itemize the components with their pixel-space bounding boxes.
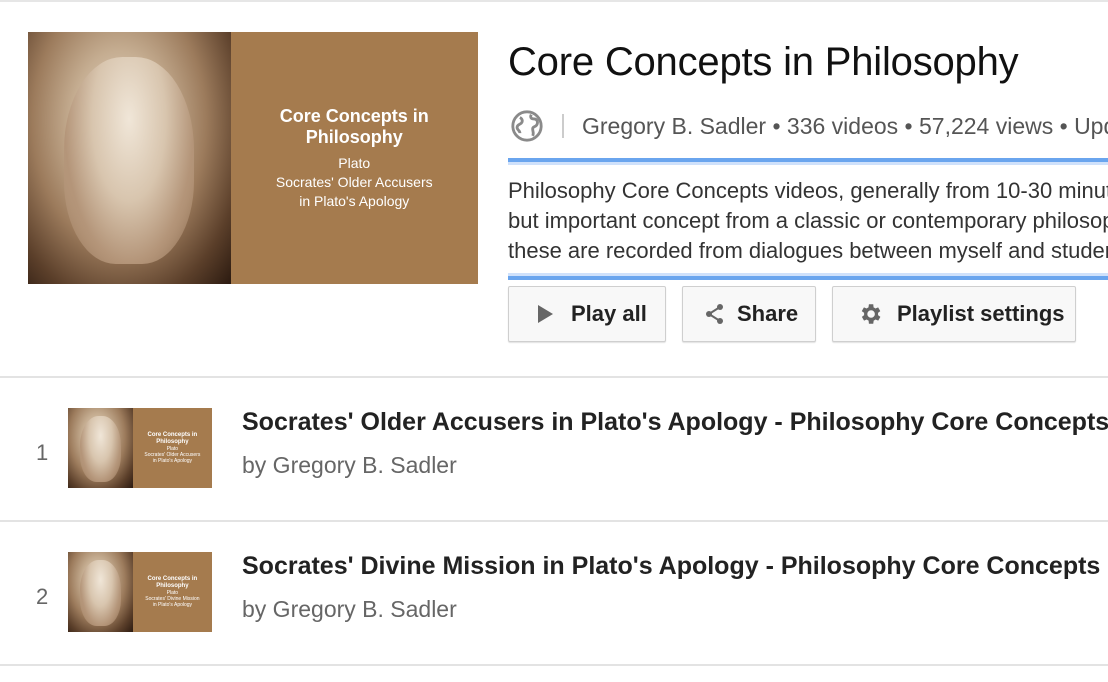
list-divider-bottom xyxy=(0,664,1108,666)
video-title-link[interactable]: Socrates' Older Accusers in Plato's Apol… xyxy=(242,408,1108,437)
description-line-2: but important concept from a classic or … xyxy=(508,208,1108,233)
statue-image xyxy=(28,32,231,284)
video-index: 1 xyxy=(36,440,49,465)
thumbnail-line-3: in Plato's Apology xyxy=(299,192,410,209)
gear-icon xyxy=(857,301,883,327)
globe-icon[interactable] xyxy=(510,109,544,143)
thumbnail-title: Core Concepts in Philosophy xyxy=(279,105,429,147)
description-line-1: Philosophy Core Concepts videos, general… xyxy=(508,178,1108,203)
top-divider xyxy=(0,0,1108,2)
meta-separator xyxy=(562,114,564,138)
description-line-3: these are recorded from dialogues betwee… xyxy=(508,238,1108,263)
play-all-button[interactable]: Play all xyxy=(508,286,666,342)
share-label: Share xyxy=(737,301,799,326)
statue-image xyxy=(68,552,133,632)
thumbnail-line-1: Plato xyxy=(338,154,371,171)
playlist-thumbnail[interactable]: Core Concepts in Philosophy Plato Socrat… xyxy=(28,32,478,284)
video-title-link[interactable]: Socrates' Divine Mission in Plato's Apol… xyxy=(242,552,1100,581)
thumbnail-line-2: Socrates' Older Accusers xyxy=(275,173,433,190)
share-icon xyxy=(705,303,725,325)
play-all-label: Play all xyxy=(571,301,647,326)
playlist-meta: Gregory B. Sadler • 336 videos • 57,224 … xyxy=(510,108,1108,144)
video-row-2[interactable]: 2 Core Concepts in Philosophy Plato Socr… xyxy=(0,522,1108,664)
playlist-title: Core Concepts in Philosophy xyxy=(508,40,1019,84)
video-thumbnail[interactable]: Core Concepts in Philosophy Plato Socrat… xyxy=(68,408,212,488)
video-thumbnail-title: Core Concepts in Philosophy xyxy=(147,432,198,445)
playlist-settings-button[interactable]: Playlist settings xyxy=(832,286,1076,342)
video-byline[interactable]: by Gregory B. Sadler xyxy=(242,452,457,479)
share-button[interactable]: Share xyxy=(682,286,816,342)
playlist-settings-label: Playlist settings xyxy=(897,301,1065,326)
video-thumbnail[interactable]: Core Concepts in Philosophy Plato Socrat… xyxy=(68,552,212,632)
video-byline[interactable]: by Gregory B. Sadler xyxy=(242,596,457,623)
video-thumbnail-line-3: in Plato's Apology xyxy=(152,602,193,608)
meta-text: Gregory B. Sadler • 336 videos • 57,224 … xyxy=(582,112,1108,139)
video-index: 2 xyxy=(36,584,49,609)
play-icon xyxy=(535,304,555,324)
statue-image xyxy=(68,408,133,488)
video-row-1[interactable]: 1 Core Concepts in Philosophy Plato Socr… xyxy=(0,378,1108,520)
video-thumbnail-title: Core Concepts in Philosophy xyxy=(147,576,198,589)
playlist-description[interactable]: Philosophy Core Concepts videos, general… xyxy=(508,158,1108,280)
video-thumbnail-line-3: in Plato's Apology xyxy=(152,458,193,464)
